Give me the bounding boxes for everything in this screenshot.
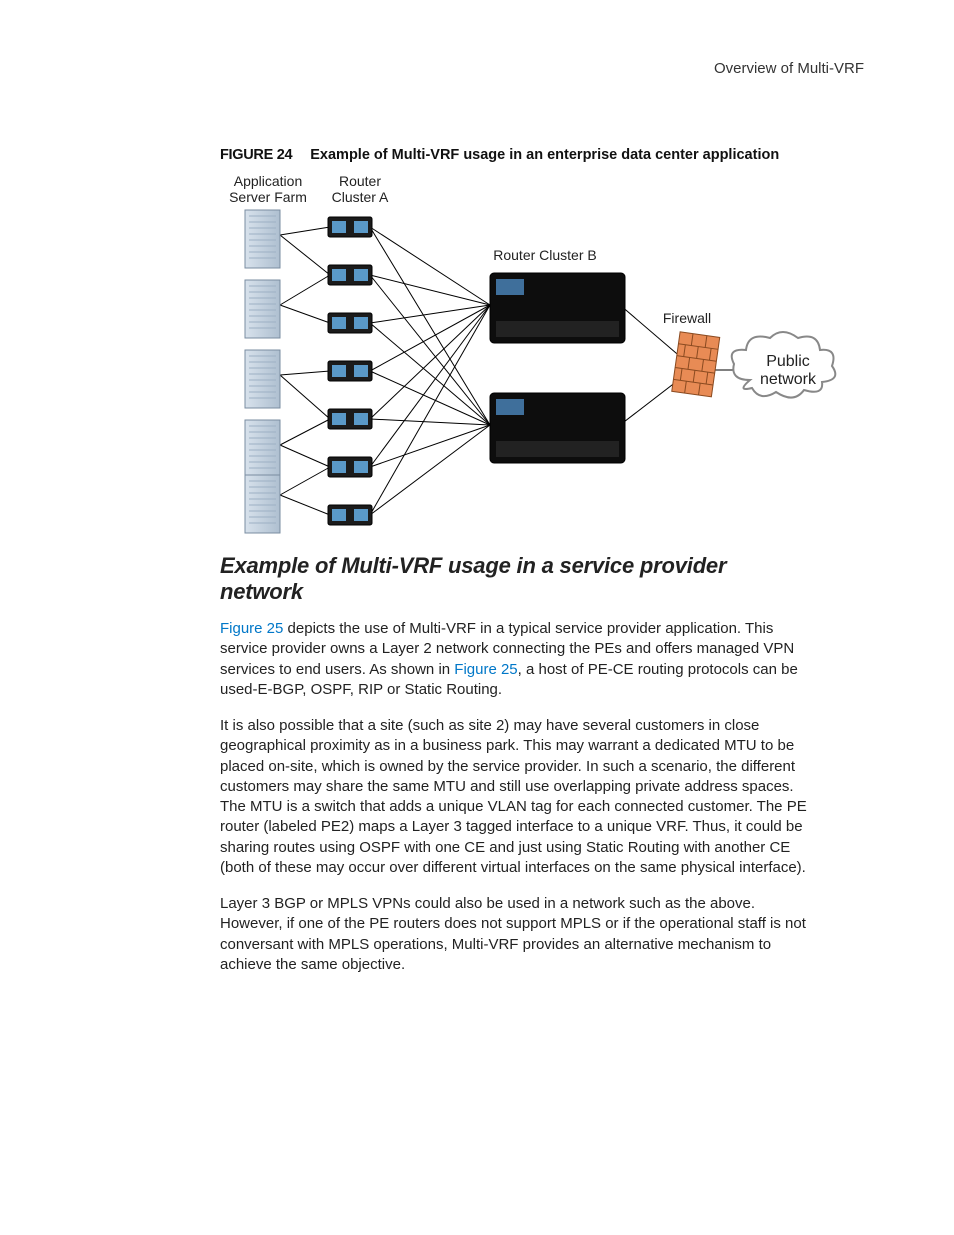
content-column: FIGURE 24 Example of Multi-VRF usage in a… [220, 147, 814, 975]
figure-label: FIGURE 24 [220, 147, 292, 163]
label-firewall: Firewall [652, 310, 722, 326]
firewall-icon [672, 332, 720, 397]
label-cluster-b: Router Cluster B [470, 247, 620, 263]
label-cluster-a: RouterCluster A [320, 173, 400, 205]
label-servers: ApplicationServer Farm [218, 173, 318, 205]
server-group [245, 210, 280, 533]
figure-caption: FIGURE 24 Example of Multi-VRF usage in a… [220, 147, 814, 163]
paragraph-1: Figure 25 depicts the use of Multi-VRF i… [220, 619, 814, 700]
page-header: Overview of Multi-VRF [0, 60, 874, 77]
figure-ref-link[interactable]: Figure 25 [220, 620, 283, 637]
figure-diagram: ApplicationServer Farm RouterCluster A R… [220, 175, 840, 535]
router-cluster-a [328, 217, 372, 525]
page: Overview of Multi-VRF FIGURE 24 Example o… [0, 0, 954, 1235]
figure-caption-text: Example of Multi-VRF usage in an enterpr… [310, 147, 779, 163]
paragraph-2: It is also possible that a site (such as… [220, 716, 814, 878]
paragraph-3: Layer 3 BGP or MPLS VPNs could also be u… [220, 894, 814, 975]
section-heading: Example of Multi-VRF usage in a service … [220, 553, 814, 605]
router-cluster-b [490, 273, 625, 463]
label-cloud: Publicnetwork [748, 353, 828, 390]
figure-ref-link[interactable]: Figure 25 [454, 661, 517, 678]
